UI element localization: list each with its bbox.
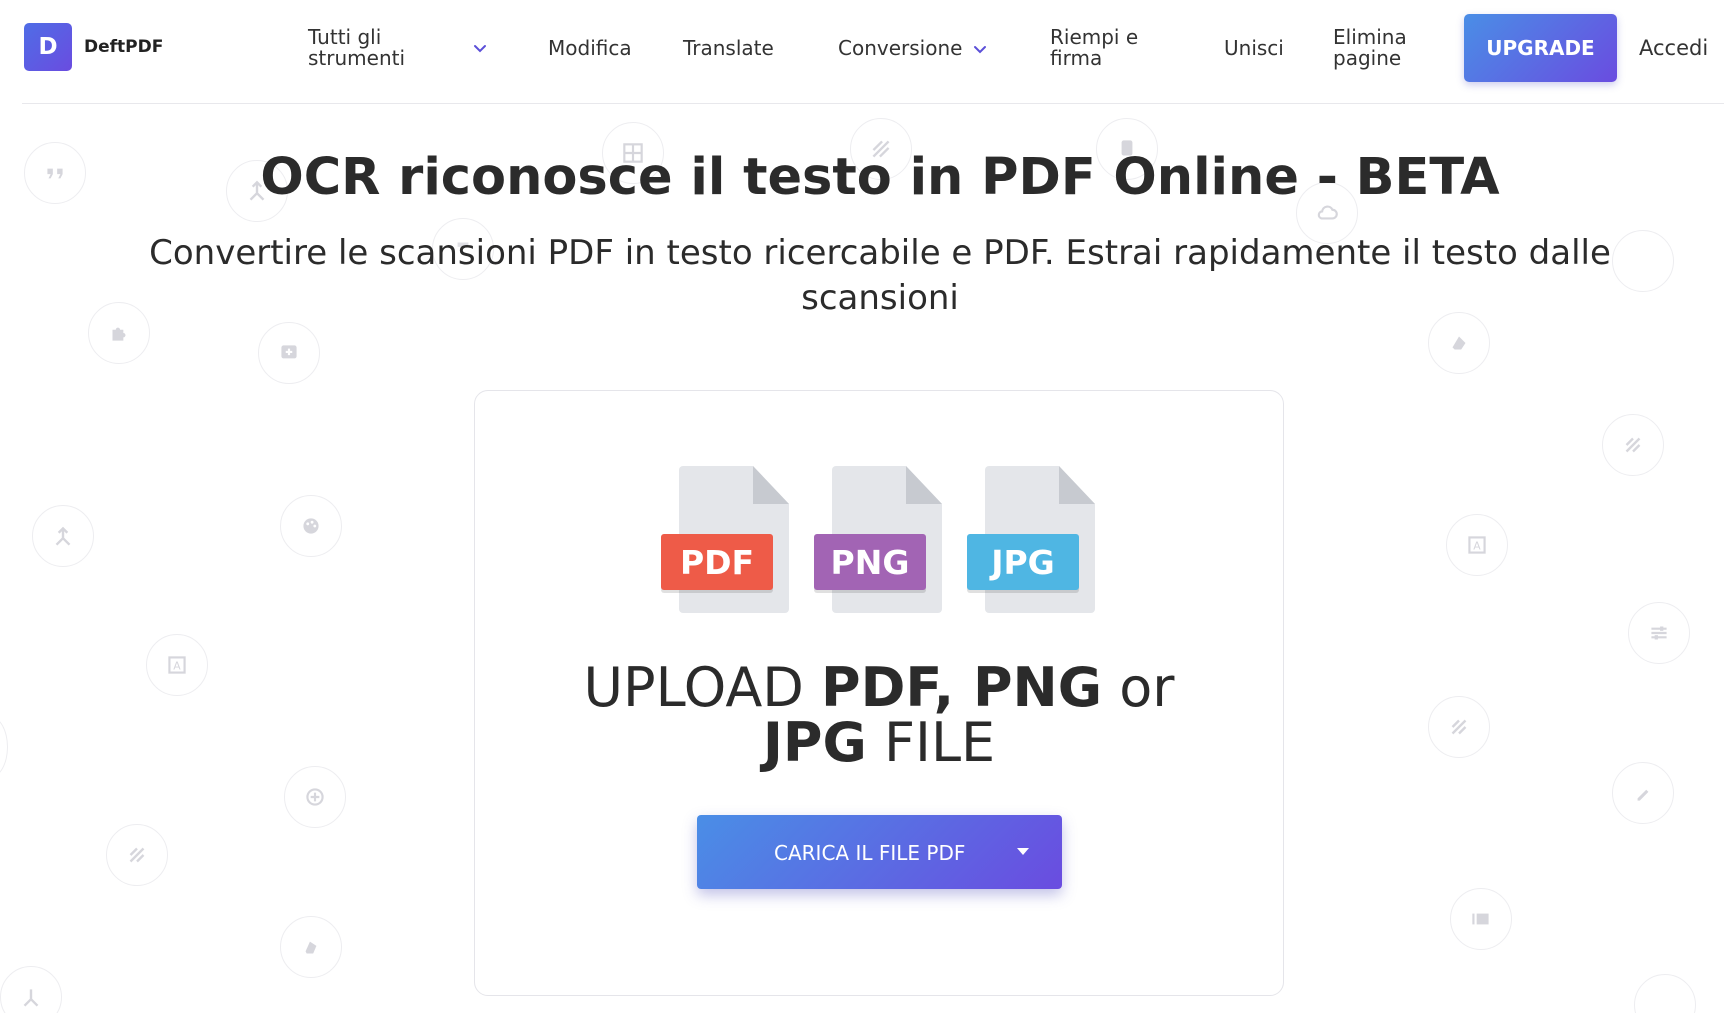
nav-fill-sign-label: Riempi e firma bbox=[1050, 27, 1160, 69]
page-subtitle: Convertire le scansioni PDF in testo ric… bbox=[149, 233, 1611, 318]
upload-text-types: JPG bbox=[762, 711, 867, 774]
file-type-tag: JPG bbox=[967, 534, 1079, 590]
nav-edit[interactable]: Modifica bbox=[548, 38, 632, 59]
nav-delete-pages-line2: pagine bbox=[1333, 46, 1402, 70]
upload-text-types: PDF, PNG bbox=[821, 656, 1103, 719]
upload-button-label: CARICA IL FILE PDF bbox=[774, 841, 966, 865]
sliders-icon bbox=[1628, 602, 1690, 664]
merge-icon bbox=[32, 505, 94, 567]
nav-all-tools-label: Tutti gli strumenti bbox=[308, 27, 418, 69]
header-divider bbox=[22, 103, 1724, 104]
chevron-down-icon bbox=[972, 41, 988, 57]
caret-down-icon[interactable] bbox=[1017, 848, 1029, 855]
nav-fill-sign-line2: firma bbox=[1050, 46, 1103, 70]
nav-translate[interactable]: Translate bbox=[683, 38, 774, 59]
palette-icon bbox=[280, 495, 342, 557]
circle-icon bbox=[0, 716, 8, 778]
upload-text-part: UPLOAD bbox=[583, 656, 822, 719]
top-navigation: D DeftPDF Tutti gli strumenti Modifica T… bbox=[0, 0, 1724, 103]
nav-conversion-label: Conversione bbox=[838, 36, 963, 60]
upload-text-part: or bbox=[1102, 656, 1175, 719]
merge-icon bbox=[0, 966, 62, 1013]
jpg-file-icon: JPG bbox=[967, 466, 1095, 616]
file-type-tag: PNG bbox=[814, 534, 926, 590]
svg-text:A: A bbox=[173, 659, 181, 672]
nav-all-tools[interactable]: Tutti gli strumenti bbox=[308, 27, 488, 69]
pdf-file-icon: PDF bbox=[661, 466, 789, 616]
file-type-tag: PDF bbox=[661, 534, 773, 590]
nav-delete-pages-label: Elimina pagine bbox=[1333, 27, 1443, 69]
svg-text:A: A bbox=[1473, 539, 1481, 552]
gallery-icon bbox=[1450, 888, 1512, 950]
logo[interactable]: D DeftPDF bbox=[24, 23, 163, 71]
eraser-icon bbox=[1428, 312, 1490, 374]
text-frame-icon: A bbox=[1446, 514, 1508, 576]
nav-merge[interactable]: Unisci bbox=[1224, 38, 1284, 59]
login-link[interactable]: Accedi bbox=[1639, 36, 1708, 60]
upload-text-part: FILE bbox=[866, 711, 996, 774]
eraser-icon bbox=[280, 916, 342, 978]
upload-instructions: UPLOAD PDF, PNG or JPG FILE bbox=[474, 660, 1284, 770]
comment-add-icon bbox=[258, 322, 320, 384]
hatch-icon bbox=[1428, 696, 1490, 758]
nav-fill-sign[interactable]: Riempi e firma bbox=[1050, 27, 1160, 69]
page-title: OCR riconosce il testo in PDF Online - B… bbox=[260, 148, 1500, 207]
logo-badge: D bbox=[24, 23, 72, 71]
upload-pdf-button[interactable]: CARICA IL FILE PDF bbox=[697, 815, 1062, 889]
upgrade-button[interactable]: UPGRADE bbox=[1464, 14, 1617, 82]
chevron-down-icon bbox=[472, 40, 488, 56]
nav-delete-pages[interactable]: Elimina pagine bbox=[1333, 27, 1443, 69]
logo-text: DeftPDF bbox=[84, 37, 164, 57]
nav-all-tools-line2: strumenti bbox=[308, 46, 406, 70]
png-file-icon: PNG bbox=[814, 466, 942, 616]
hatch-icon bbox=[1602, 414, 1664, 476]
pen-icon bbox=[1612, 762, 1674, 824]
circle-icon bbox=[1634, 974, 1696, 1013]
nav-conversion[interactable]: Conversione bbox=[838, 38, 988, 59]
text-frame-icon: A bbox=[146, 634, 208, 696]
add-circle-icon bbox=[284, 766, 346, 828]
hatch-icon bbox=[106, 824, 168, 886]
